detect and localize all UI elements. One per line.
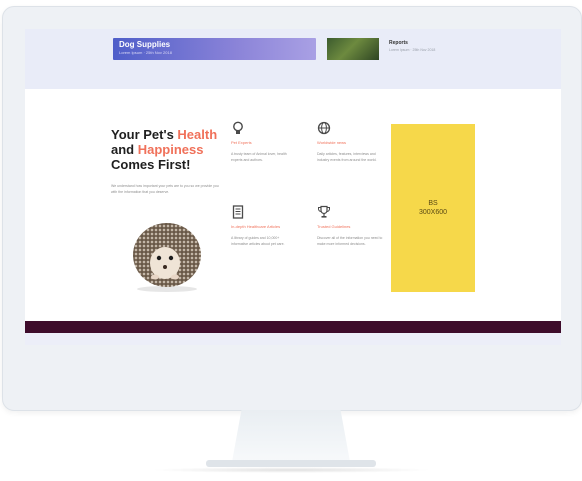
screen: Dog Supplies Lorem Ipsum · 25th Nov 2018… xyxy=(25,29,561,345)
headline-text: Comes First! xyxy=(111,157,191,172)
post-thumbnail[interactable] xyxy=(327,38,379,60)
feature-worldwide-news: Worldwide news Daily articles, features,… xyxy=(317,121,383,163)
feature-title: Pet Experts xyxy=(231,140,252,145)
feature-title: Worldwide news xyxy=(317,140,347,145)
feature-text: Daily articles, features, interviews and… xyxy=(317,152,377,162)
ad-placeholder[interactable]: BS 300X600 xyxy=(391,124,475,292)
globe-icon xyxy=(317,121,331,135)
featured-post-title: Dog Supplies xyxy=(119,40,171,49)
feature-text: Discover all of the information you need… xyxy=(317,236,383,246)
monitor-frame: Dog Supplies Lorem Ipsum · 25th Nov 2018… xyxy=(2,6,582,411)
post-title[interactable]: Reports xyxy=(389,40,408,46)
trophy-icon xyxy=(318,205,330,218)
hero-blurb: We understand how important your pets ar… xyxy=(111,184,219,194)
feature-text: A library of guides and 10,000+ informat… xyxy=(231,236,285,246)
feature-title: Trusted Guidelines xyxy=(317,224,351,229)
feature-pet-experts: Pet Experts A trusty team of Animal love… xyxy=(231,121,297,163)
feature-title: In-depth Healthcare Articles xyxy=(231,224,281,229)
hero-headline: Your Pet's Health and Happiness Comes Fi… xyxy=(111,127,241,172)
monitor-shadow xyxy=(150,467,432,473)
document-icon xyxy=(232,205,244,219)
ad-label: BS xyxy=(428,200,438,207)
hedgehog-image xyxy=(133,223,201,292)
headline-text: and xyxy=(111,142,138,157)
pet-health-section: Your Pet's Health and Happiness Comes Fi… xyxy=(25,89,561,321)
feature-healthcare-articles: In-depth Healthcare Articles A library o… xyxy=(231,205,297,247)
footer-bar xyxy=(25,321,561,333)
featured-post-meta: Lorem Ipsum · 25th Nov 2018 xyxy=(119,50,172,55)
top-section: Dog Supplies Lorem Ipsum · 25th Nov 2018… xyxy=(25,29,561,89)
feature-text: A trusty team of Animal lover, health ex… xyxy=(231,152,287,162)
monitor-base xyxy=(206,460,376,467)
lightbulb-icon xyxy=(233,121,243,134)
monitor-stand xyxy=(232,410,350,462)
headline-highlight-health: Health xyxy=(177,127,218,142)
featured-post-banner[interactable]: Dog Supplies Lorem Ipsum · 25th Nov 2018 xyxy=(113,38,316,60)
headline-highlight-happiness: Happiness xyxy=(137,142,204,157)
ad-size: 300X600 xyxy=(418,209,448,216)
headline-text: Your Pet's xyxy=(111,127,178,142)
feature-trusted-guidelines: Trusted Guidelines Discover all of the i… xyxy=(317,205,383,247)
post-meta: Lorem Ipsum · 25th Nov 2018 xyxy=(389,48,436,52)
